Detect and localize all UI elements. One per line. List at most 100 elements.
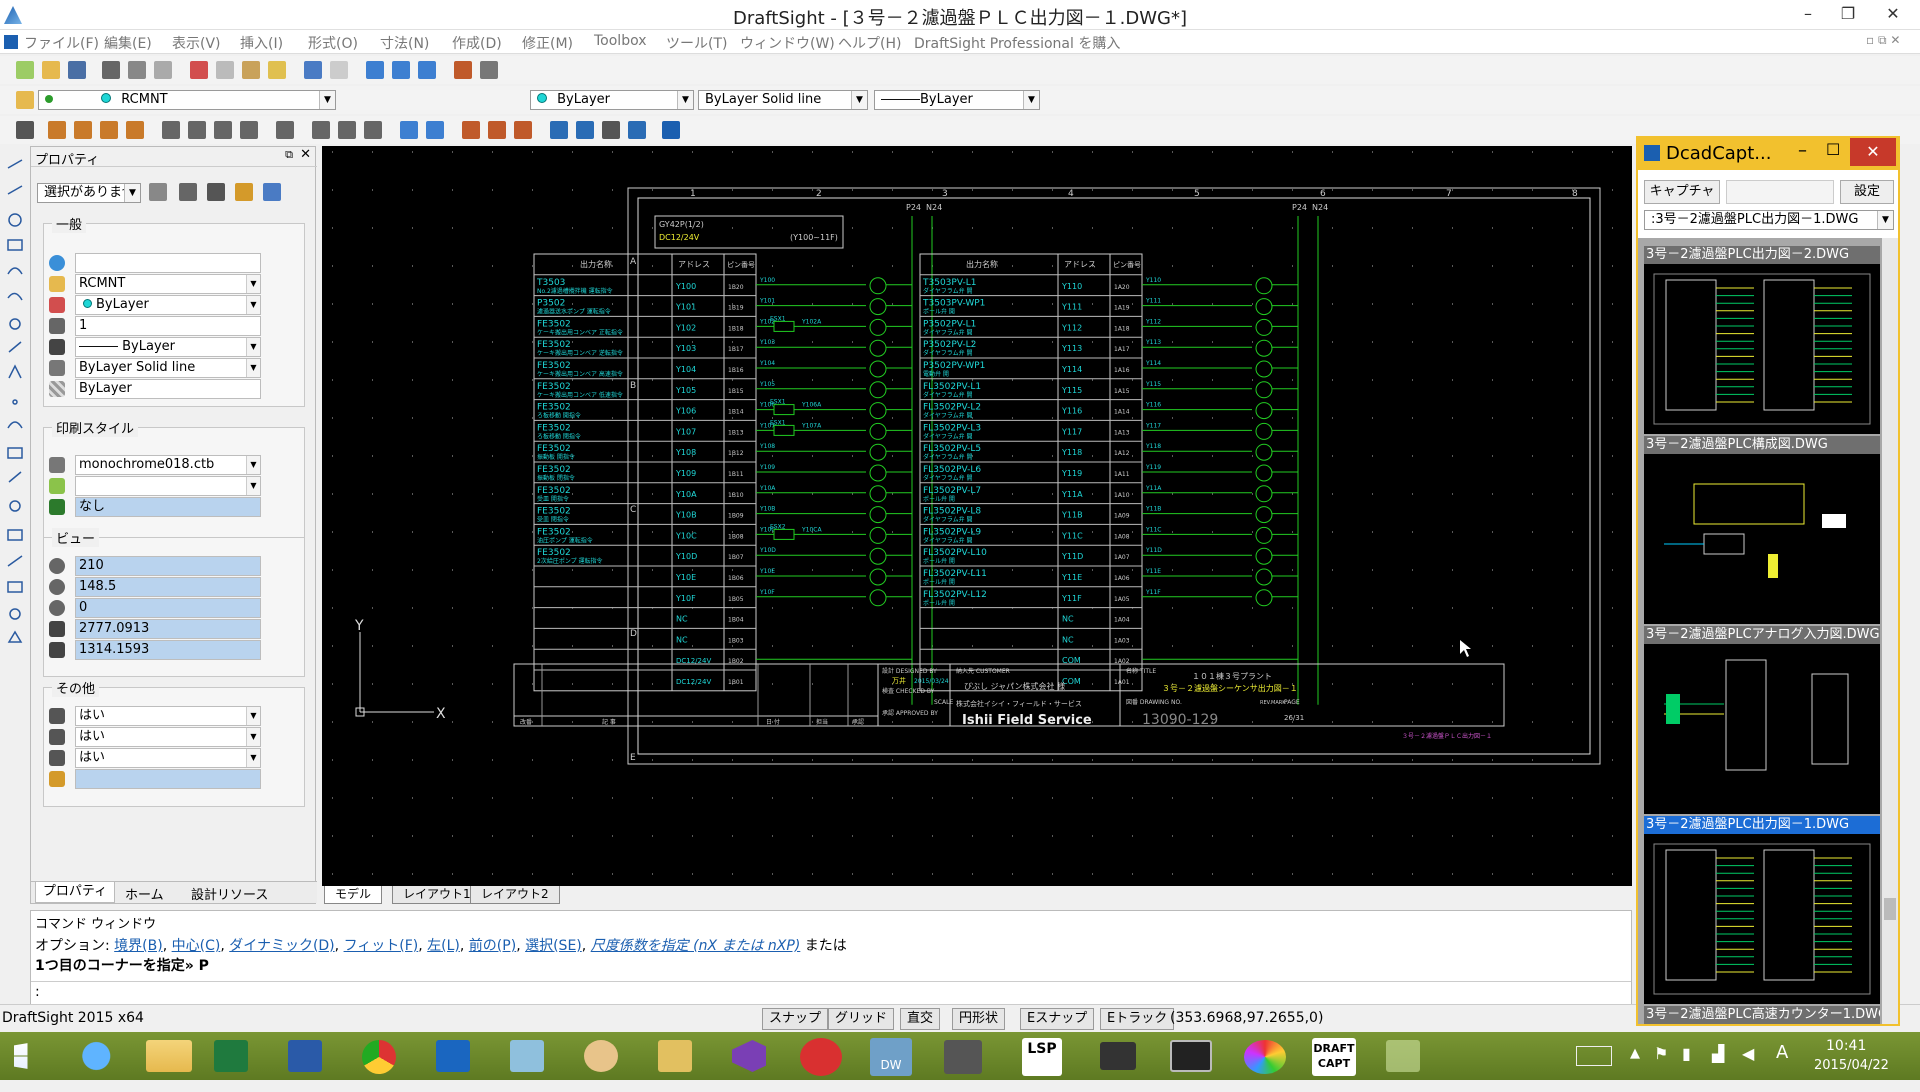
snap-toggle[interactable]: スナップ: [762, 1008, 829, 1030]
prop-ucs-name[interactable]: [49, 769, 289, 789]
thumb-title-5[interactable]: 3号－2濾過盤PLC高速カウンター1.DWG: [1644, 1006, 1880, 1024]
monitor-app-icon[interactable]: [944, 1040, 982, 1074]
cut-icon[interactable]: [190, 61, 208, 79]
prop-transparency[interactable]: ByLayer: [49, 379, 289, 399]
esnap-toggle[interactable]: Eスナップ: [1020, 1008, 1095, 1030]
thumb-title-2[interactable]: 3号－2濾過盤PLC構成図.DWG: [1644, 436, 1880, 454]
prop-lineweight[interactable]: ――― ByLayer ▼: [49, 337, 289, 357]
highlight-icon[interactable]: [235, 183, 253, 201]
option-previous[interactable]: 前の(P): [469, 938, 516, 954]
warning-icon[interactable]: [602, 121, 620, 139]
donut-tool-icon[interactable]: [9, 500, 21, 512]
ime-indicator[interactable]: A: [1776, 1042, 1788, 1063]
maximize-button[interactable]: ❐: [1828, 0, 1868, 28]
snap-mid-icon[interactable]: [338, 121, 356, 139]
prop-view-width[interactable]: 2777.0913: [49, 619, 289, 639]
dim-angular-icon[interactable]: [100, 121, 118, 139]
thumb-image-4[interactable]: [1644, 834, 1880, 1004]
option-center[interactable]: 中心(C): [172, 938, 221, 954]
prop-print-attached[interactable]: なし: [49, 497, 289, 517]
option-left[interactable]: 左(L): [427, 938, 460, 954]
paint-app-icon[interactable]: [584, 1040, 618, 1072]
prop-color[interactable]: [49, 253, 289, 273]
table-tool-icon[interactable]: [7, 529, 23, 541]
dcad-name-field[interactable]: [1726, 180, 1834, 204]
menu-format[interactable]: 形式(O): [308, 33, 358, 53]
lineweight-combo[interactable]: ―――ByLayer ▼: [874, 90, 1040, 110]
battery-icon[interactable]: ▮: [1682, 1044, 1691, 1063]
zoom-previous-icon[interactable]: [418, 61, 436, 79]
print-preview-icon[interactable]: [128, 61, 146, 79]
selection-combo[interactable]: 選択がありません ▼: [37, 183, 141, 203]
option-fit[interactable]: フィット(F): [344, 938, 419, 954]
circle-tool-icon[interactable]: [8, 213, 22, 227]
notebook-icon[interactable]: [658, 1040, 692, 1072]
dcad-file-combo[interactable]: :3号－2濾過盤PLC出力図－1.DWG ▼: [1644, 210, 1894, 230]
drawing-canvas[interactable]: 1 2 3 4 5 6 7 8 A B C D E GY42P(1/2) DC12/24V (Y100~11F…: [322, 146, 1632, 888]
color-combo[interactable]: ByLayer ▼: [530, 90, 694, 110]
menu-draw[interactable]: 作成(D): [452, 33, 502, 53]
option-dynamic[interactable]: ダイナミック(D): [229, 938, 334, 954]
menu-insert[interactable]: 挿入(I): [240, 33, 283, 53]
prop-linescale[interactable]: 1: [49, 316, 289, 336]
clock-time[interactable]: 10:41: [1826, 1038, 1866, 1054]
lsp-app-icon[interactable]: LSP: [1022, 1038, 1062, 1076]
prop-center-z[interactable]: 0: [49, 598, 289, 618]
polyline-tool-icon[interactable]: [7, 185, 23, 195]
explorer-icon[interactable]: [146, 1040, 192, 1072]
design-resources-icon[interactable]: [480, 61, 498, 79]
region-tool-icon[interactable]: [9, 608, 21, 620]
open-icon[interactable]: [42, 61, 60, 79]
draftsight-app-icon[interactable]: [800, 1038, 842, 1076]
menu-tools[interactable]: ツール(T): [666, 33, 727, 53]
dw-app-icon[interactable]: DW: [870, 1038, 912, 1076]
windows-start-icon[interactable]: [14, 1043, 28, 1069]
revision-cloud-icon[interactable]: [7, 421, 23, 429]
zoom-extents-icon[interactable]: [426, 121, 444, 139]
pan-icon[interactable]: [366, 61, 384, 79]
cad-app-icon[interactable]: [1170, 1040, 1212, 1072]
attribute-icon[interactable]: [488, 121, 506, 139]
quick-select-icon[interactable]: [207, 183, 225, 201]
zoom-window-icon[interactable]: [392, 61, 410, 79]
thumb-title-1[interactable]: 3号－2濾過盤PLC出力図－2.DWG: [1644, 246, 1880, 264]
clock-date[interactable]: 2015/04/22: [1814, 1058, 1889, 1073]
help-icon[interactable]: [263, 183, 281, 201]
block-insert-icon[interactable]: [7, 581, 23, 593]
prop-color-value[interactable]: ByLayer ▼: [49, 295, 289, 315]
thumb-image-1[interactable]: [1644, 264, 1880, 434]
rectangle-tool-icon[interactable]: [7, 239, 23, 251]
menu-dimension[interactable]: 寸法(N): [380, 33, 429, 53]
panel-float-icon[interactable]: ⧉: [285, 148, 293, 162]
save-icon[interactable]: [68, 61, 86, 79]
paste-icon[interactable]: [242, 61, 260, 79]
mdi-controls[interactable]: ▫ ⧉ ✕: [1866, 33, 1900, 48]
chrome-icon[interactable]: [362, 1040, 396, 1074]
menu-buy-pro[interactable]: DraftSight Professional を購入: [914, 33, 1120, 53]
option-scale-factor[interactable]: 尺度係数を指定 (nX または nXP): [591, 938, 801, 954]
word-icon[interactable]: [288, 1040, 322, 1072]
tab-home[interactable]: ホーム: [125, 884, 164, 903]
polygon-tool-icon[interactable]: [8, 364, 22, 379]
thumbnail-list[interactable]: 3号－2濾過盤PLC出力図－2.DWG 3号－2濾過盤PLC構成図.DWG 3号…: [1638, 238, 1898, 1024]
polar-toggle[interactable]: 円形状: [952, 1008, 1006, 1030]
text-tool-icon[interactable]: [7, 555, 23, 567]
prop-ucs-per-viewport[interactable]: はい ▼: [49, 748, 289, 768]
tab-layout1[interactable]: レイアウト1: [392, 886, 482, 904]
prop-view-height[interactable]: 1314.1593: [49, 640, 289, 660]
snap-intersection-icon[interactable]: [364, 121, 382, 139]
undo-icon[interactable]: [304, 61, 322, 79]
dcad-app-icon[interactable]: [1386, 1040, 1420, 1072]
select-objects-icon[interactable]: [179, 183, 197, 201]
prop-center-x[interactable]: 210: [49, 556, 289, 576]
new-icon[interactable]: [16, 61, 34, 79]
menu-help[interactable]: ヘルプ(H): [838, 33, 901, 53]
table-icon[interactable]: [550, 121, 568, 139]
dim-radius-icon[interactable]: [126, 121, 144, 139]
dim-continue-icon[interactable]: [188, 121, 206, 139]
line-tool-icon[interactable]: [7, 159, 23, 169]
thumbnail-scrollbar[interactable]: [1882, 238, 1898, 1024]
menu-toolbox[interactable]: Toolbox: [594, 33, 647, 49]
prop-linestyle[interactable]: ByLayer Solid line ▼: [49, 358, 289, 378]
prop-layer[interactable]: RCMNT ▼: [49, 274, 289, 294]
